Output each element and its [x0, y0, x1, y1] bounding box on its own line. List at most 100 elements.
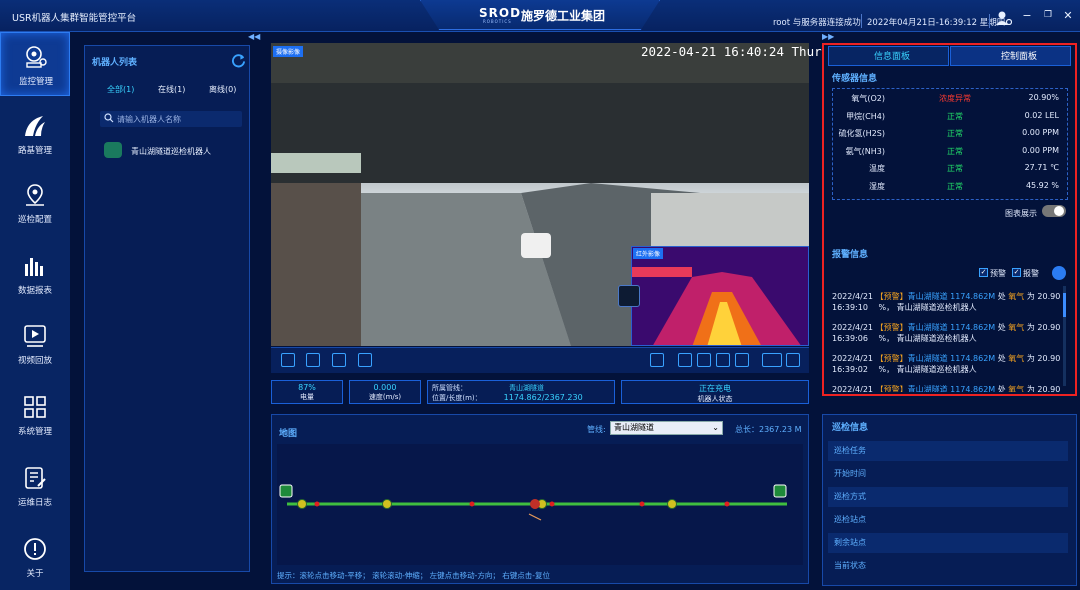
nav-item-monitor[interactable]: 监控管理	[0, 32, 70, 96]
alarm-gas: 氧气	[1008, 292, 1025, 301]
monitor-icon	[26, 46, 47, 68]
sensor-name: 甲烷(CH4)	[846, 111, 885, 121]
alarm-tag: 【预警】	[875, 292, 908, 301]
map-station-marker	[549, 501, 555, 507]
collapse-right-icon[interactable]: ▶▶	[822, 32, 834, 41]
robot-state-value: 正在充电	[699, 384, 731, 393]
nav-item-playback[interactable]: 视频回放	[0, 312, 70, 376]
snapshot-icon[interactable]	[306, 353, 320, 367]
chevron-down-icon: ⌄	[712, 423, 719, 432]
nav-label: 路基管理	[17, 146, 52, 156]
log-icon	[25, 467, 46, 489]
map-track	[279, 484, 787, 521]
swap-view-button[interactable]	[618, 285, 640, 307]
fullscreen-icon[interactable]	[786, 353, 800, 367]
nav-item-about[interactable]: 关于	[0, 525, 70, 589]
tab-all[interactable]: 全部(1)	[107, 84, 134, 95]
nav-item-reports[interactable]: 数据报表	[0, 242, 70, 306]
nav-label: 监控管理	[18, 77, 53, 87]
location-stat: 所属管线： 青山湖隧道 位置/长度(m)： 1174.862/2367.230	[427, 380, 615, 404]
alarm-date: 2022/4/21	[832, 323, 874, 332]
infrared-video-view[interactable]	[631, 246, 809, 346]
patrol-row: 巡检方式	[828, 487, 1068, 507]
sensor-name: 氨气(NH3)	[845, 146, 885, 156]
sensor-status: 正常	[947, 111, 963, 121]
battery-value: 87%	[298, 383, 316, 392]
tab-online[interactable]: 在线(1)	[158, 84, 185, 95]
alarm-date: 2022/4/21	[832, 354, 874, 363]
pipeline-select[interactable]: 青山湖隧道 ⌄	[610, 421, 723, 435]
refresh-icon[interactable]	[231, 53, 246, 68]
camera-label: 摄像影像	[273, 46, 304, 57]
alarm-title: 报警信息	[832, 250, 869, 260]
nav-label: 系统管理	[17, 427, 52, 437]
alarm-value: 为 20.90	[1026, 385, 1061, 392]
map-hint: 提示：滚轮点击移动-平移； 滚轮滚动-伸缩； 左键点击移动-方向； 右键点击-复…	[277, 571, 550, 580]
nav-item-logs[interactable]: 运维日志	[0, 454, 70, 518]
header-divider	[861, 14, 862, 28]
chart-toggle-label: 图表展示	[1005, 209, 1037, 218]
location-icon	[26, 184, 44, 206]
alarm-gas: 氧气	[1008, 323, 1025, 332]
layout-split-icon[interactable]	[716, 353, 730, 367]
picture-mode-icon[interactable]	[762, 353, 782, 367]
warning-filter-label: 预警	[990, 269, 1006, 278]
robot-icon	[104, 142, 122, 158]
alarm-value: 为 20.90	[1026, 292, 1061, 301]
speed-label: 速度(m/s)	[368, 393, 402, 401]
rotate-icon[interactable]	[650, 353, 664, 367]
infrared-label: 红外影像	[633, 248, 664, 259]
map-station-marker	[639, 501, 645, 507]
layout-single-icon[interactable]	[678, 353, 692, 367]
alarm-robot: 青山湖隧道巡检机器人	[896, 334, 977, 343]
minimize-button[interactable]: −	[1020, 9, 1034, 22]
sensor-row: 硫化氢(H2S) 正常 0.00 PPM	[833, 128, 1067, 145]
brand-banner: SROD ROBOTICS 施罗德工业集团	[420, 0, 660, 30]
zoom-out-icon[interactable]	[358, 353, 372, 367]
patrol-row: 开始时间	[834, 469, 866, 478]
alarm-value: 为 20.90	[1026, 323, 1061, 332]
sensor-value: 45.92 %	[1025, 180, 1059, 190]
tab-info-label: 信息面板	[874, 52, 911, 62]
robot-state-stat: 正在充电 机器人状态	[621, 380, 809, 404]
sensor-row: 甲烷(CH4) 正常 0.02 LEL	[833, 111, 1067, 128]
map-canvas[interactable]	[277, 444, 803, 565]
layout-quad-icon[interactable]	[735, 353, 749, 367]
zoom-in-icon[interactable]	[332, 353, 346, 367]
sensor-value: 20.90%	[1028, 93, 1059, 102]
patrol-row: 剩余站点	[828, 533, 1068, 553]
nav-item-system[interactable]: 系统管理	[0, 383, 70, 447]
collapse-left-icon[interactable]: ◀◀	[248, 32, 260, 41]
warning-checkbox[interactable]: ✓	[979, 268, 988, 277]
close-button[interactable]: ✕	[1061, 9, 1075, 22]
sensor-name: 湿度	[869, 181, 885, 191]
alarm-item[interactable]: 2022/4/21 【预警】青山湖隧道 1174.862M 处 氧气 为 20.…	[832, 291, 1062, 313]
alarm-mid: 处	[997, 385, 1006, 392]
alarm-location: 青山湖隧道 1174.862M	[907, 354, 996, 363]
robot-list-item[interactable]: 青山湖隧道巡检机器人	[131, 146, 211, 157]
alarm-checkbox[interactable]: ✓	[1012, 268, 1021, 277]
alarm-time: 16:39:10	[832, 303, 868, 312]
nav-item-patrol-config[interactable]: 巡检配置	[0, 171, 70, 235]
alarm-item[interactable]: 2022/4/21 【预警】青山湖隧道 1174.862M 处 氧气 为 20.…	[832, 322, 1062, 344]
play-icon	[24, 325, 46, 347]
user-settings-icon[interactable]	[996, 11, 1012, 25]
sensor-value: 0.02 LEL	[1024, 110, 1059, 120]
sound-icon[interactable]	[1052, 266, 1066, 280]
robot-state-label: 机器人状态	[697, 395, 733, 403]
alarm-item[interactable]: 2022/4/21 【预警】青山湖隧道 1174.862M 处 氧气 为 20.…	[832, 384, 1062, 392]
alarm-mid: 处	[997, 323, 1006, 332]
connection-status: root 与服务器连接成功	[773, 18, 861, 28]
nav-item-road[interactable]: 路基管理	[0, 102, 70, 166]
map-station-marker	[469, 501, 475, 507]
alarm-scrollbar-thumb[interactable]	[1063, 293, 1066, 317]
tab-offline[interactable]: 离线(0)	[209, 84, 236, 95]
layout-pip-icon[interactable]	[697, 353, 711, 367]
alarm-item[interactable]: 2022/4/21 【预警】青山湖隧道 1174.862M 处 氧气 为 20.…	[832, 353, 1062, 375]
brand-name: 施罗德工业集团	[521, 9, 606, 23]
sensor-status: 正常	[947, 129, 963, 138]
charger-end-icon	[773, 484, 787, 498]
stop-record-icon[interactable]	[281, 353, 295, 367]
bar-chart-icon	[25, 258, 43, 276]
maximize-button[interactable]: ❐	[1041, 10, 1055, 20]
